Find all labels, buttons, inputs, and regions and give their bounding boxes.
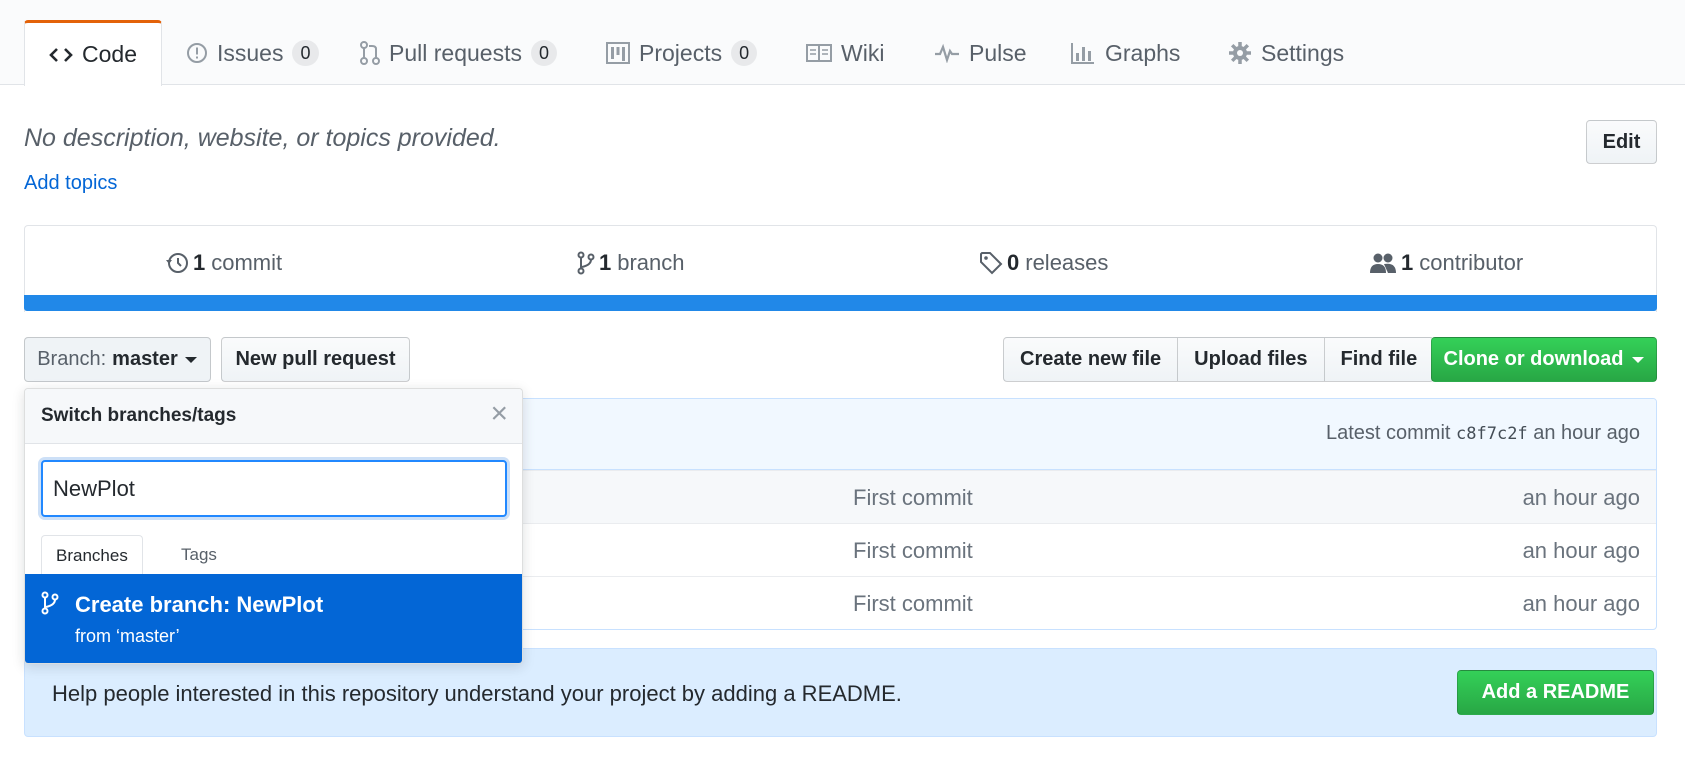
branches-link[interactable]: 1 branch [577,250,685,276]
create-new-file-button[interactable]: Create new file [1004,338,1179,381]
commits-link[interactable]: 1 commit [165,250,282,276]
tab-label: Projects [639,39,723,66]
issues-count: 0 [292,40,319,66]
tab-label: Issues [217,39,284,66]
project-icon [606,42,630,64]
commit-age: an hour ago [1522,485,1640,510]
create-branch-item[interactable]: Create branch: NewPlot from ‘master’ [25,574,522,663]
tab-label: Pulse [969,39,1027,66]
file-actions-group: Create new file Upload files Find file [1003,337,1435,382]
tab-settings[interactable]: Settings [1204,20,1368,86]
commit-message-link[interactable]: First commit [853,591,973,617]
caret-down-icon [184,356,197,363]
tab-projects[interactable]: Projects 0 [582,20,781,86]
commits-label: commit [211,250,283,275]
repo-description: No description, website, or topics provi… [24,124,501,152]
branch-name: master [112,348,178,370]
tab-pulse[interactable]: Pulse [910,20,1051,86]
find-file-button[interactable]: Find file [1325,338,1434,381]
tab-code[interactable]: Code [24,20,162,86]
gear-icon [1229,42,1251,64]
branch-icon [41,591,59,615]
caret-down-icon [1631,356,1644,363]
tab-issues[interactable]: Issues 0 [162,20,343,86]
commit-message-link[interactable]: First commit [853,538,973,564]
branch-filter-input[interactable] [41,460,507,517]
projects-count: 0 [731,40,758,66]
pulse-icon [935,43,959,63]
create-branch-title: Create branch: NewPlot [75,592,324,617]
tab-label: Wiki [841,39,885,66]
tab-label: Settings [1261,39,1345,66]
tab-wiki[interactable]: Wiki [782,20,908,86]
code-icon [49,47,73,62]
branches-label: branch [617,250,685,275]
branch-prefix: Branch: [37,348,107,370]
tab-label: Pull requests [389,39,522,66]
dropdown-tabs: Branches Tags [25,535,522,576]
tab-label: Code [82,41,137,67]
book-icon [806,44,832,62]
contributors-link[interactable]: 1 contributor [1369,250,1523,276]
commit-age: an hour ago [1522,538,1640,563]
tab-tags[interactable]: Tags [167,535,231,575]
clone-or-download-button[interactable]: Clone or download [1431,337,1657,382]
commit-age: an hour ago [1522,591,1640,616]
readme-prompt: Help people interested in this repositor… [52,681,902,706]
tab-graphs[interactable]: Graphs [1046,20,1204,86]
latest-commit: Latest commit c8f7c2f an hour ago [1326,422,1640,445]
add-topics-link[interactable]: Add topics [24,172,117,195]
branches-count: 1 [599,250,612,275]
edit-description-button[interactable]: Edit [1586,120,1657,164]
latest-commit-prefix: Latest commit [1325,422,1451,444]
tag-icon [980,252,1003,275]
upload-files-button[interactable]: Upload files [1178,338,1325,381]
graph-icon [1071,43,1094,64]
commits-count: 1 [193,250,206,275]
tab-pull-requests[interactable]: Pull requests 0 [336,20,581,86]
language-bar[interactable] [24,295,1657,311]
releases-label: releases [1025,250,1109,275]
dropdown-header: Switch branches/tags × [25,389,522,444]
history-icon [166,253,188,273]
tab-label: Graphs [1105,39,1181,66]
branch-dropdown: Switch branches/tags × Branches Tags Cre… [24,388,523,664]
branch-icon [577,251,595,275]
people-icon [1370,253,1396,273]
contributors-label: contributor [1419,250,1524,275]
create-branch-source: from ‘master’ [75,626,180,646]
new-pull-request-button[interactable]: New pull request [221,337,410,382]
contributors-count: 1 [1401,250,1414,275]
tab-branches[interactable]: Branches [41,535,143,576]
commit-message-link[interactable]: First commit [853,485,973,511]
releases-link[interactable]: 0 releases [979,250,1108,276]
clone-label: Clone or download [1443,348,1624,370]
dropdown-title: Switch branches/tags [41,405,237,426]
pull-requests-count: 0 [530,40,557,66]
commit-sha-link[interactable]: c8f7c2f [1456,424,1528,444]
repository-page: Code Issues 0 Pull requests 0 Projects 0… [0,0,1685,778]
releases-count: 0 [1007,250,1020,275]
pull-request-icon [360,41,380,65]
latest-commit-age: an hour ago [1533,422,1640,444]
close-icon[interactable]: × [490,399,508,429]
repo-nav: Code Issues 0 Pull requests 0 Projects 0… [0,0,1685,86]
add-readme-button[interactable]: Add a README [1457,670,1654,715]
branch-select-button[interactable]: Branch: master [24,337,211,382]
issue-icon [187,43,207,63]
